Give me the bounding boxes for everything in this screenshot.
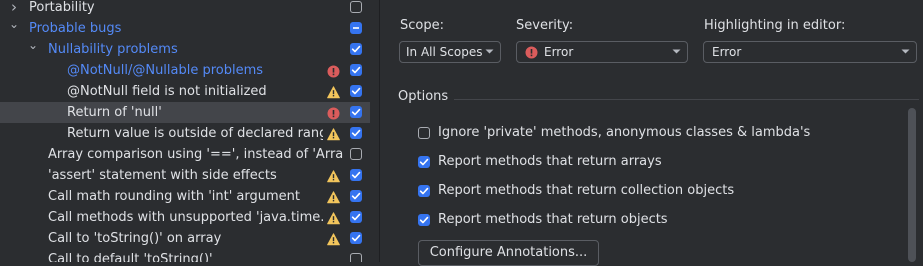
tree-row[interactable]: Return of 'null' xyxy=(0,102,370,123)
tree-row[interactable]: ⌄ Nullability problems xyxy=(0,38,370,60)
option-checkbox[interactable] xyxy=(418,156,430,168)
enabled-checkbox[interactable] xyxy=(350,106,362,118)
tree-row-label: Portability xyxy=(29,0,95,15)
enabled-checkbox[interactable] xyxy=(350,85,362,97)
options-separator xyxy=(454,99,919,100)
tree-row-label: Call methods with unsupported 'java.time… xyxy=(48,210,323,225)
tree-row[interactable]: Call methods with unsupported 'java.time… xyxy=(0,207,370,228)
option-label: Report methods that return collection ob… xyxy=(438,183,735,198)
severity-dropdown[interactable]: Error xyxy=(516,41,688,63)
option-checkbox[interactable] xyxy=(418,127,430,139)
scope-value: In All Scopes xyxy=(406,45,483,59)
tree-row-label: Probable bugs xyxy=(29,21,122,36)
option-checkbox[interactable] xyxy=(418,185,430,197)
option-label: Report methods that return objects xyxy=(438,212,668,227)
error-severity-icon xyxy=(327,106,340,120)
tree-row-label: Call to 'toString()' on array xyxy=(48,231,222,246)
option-label: Ignore 'private' methods, anonymous clas… xyxy=(438,125,811,140)
enabled-checkbox[interactable] xyxy=(350,211,362,223)
tree-row[interactable]: Call to 'toString()' on array xyxy=(0,228,370,249)
enabled-checkbox[interactable] xyxy=(350,232,362,244)
tree-row-label: @NotNull/@Nullable problems xyxy=(67,63,264,78)
severity-label: Severity: xyxy=(516,18,574,33)
configure-annotations-button[interactable]: Configure Annotations... xyxy=(418,240,599,266)
warning-severity-icon xyxy=(327,127,340,141)
tree-row-label: Call math rounding with 'int' argument xyxy=(48,189,300,204)
inspection-details-panel: Scope: In All Scopes Severity: Error Hig… xyxy=(380,0,923,266)
tree-row[interactable]: Array comparison using '==', instead of … xyxy=(0,144,370,165)
tree-row[interactable]: Call to default 'toString()' xyxy=(0,249,370,262)
warning-severity-icon xyxy=(327,211,340,225)
warning-severity-icon xyxy=(327,232,340,246)
highlighting-dropdown[interactable]: Error xyxy=(703,41,917,63)
enabled-checkbox[interactable] xyxy=(350,43,362,55)
error-severity-icon xyxy=(327,64,340,78)
tree-row[interactable]: ⌄ Probable bugs xyxy=(0,17,370,39)
enabled-checkbox[interactable] xyxy=(350,253,362,262)
highlighting-value: Error xyxy=(712,45,742,59)
tree-row-label: 'assert' statement with side effects xyxy=(48,168,277,183)
enabled-checkbox[interactable] xyxy=(350,148,362,160)
tree-row-label: Return value is outside of declared rang… xyxy=(67,126,323,141)
warning-severity-icon xyxy=(327,85,340,99)
tree-row[interactable]: @NotNull/@Nullable problems xyxy=(0,60,370,81)
tree-row[interactable]: Return value is outside of declared rang… xyxy=(0,123,370,144)
option-checkbox[interactable] xyxy=(418,214,430,226)
tree-row-label: @NotNull field is not initialized xyxy=(67,84,267,99)
warning-severity-icon xyxy=(327,169,340,183)
enabled-checkbox[interactable] xyxy=(350,127,362,139)
tree-row-label: Array comparison using '==', instead of … xyxy=(48,147,343,162)
scope-dropdown[interactable]: In All Scopes xyxy=(399,41,501,63)
severity-value: Error xyxy=(544,45,574,59)
enabled-checkbox[interactable] xyxy=(350,190,362,202)
chevron-down-icon xyxy=(485,49,494,54)
error-severity-icon xyxy=(525,46,538,59)
tree-row-label: Nullability problems xyxy=(48,42,178,57)
chevron-down-icon[interactable]: ⌄ xyxy=(9,14,19,35)
tree-row-label: Call to default 'toString()' xyxy=(48,252,213,262)
enabled-checkbox[interactable] xyxy=(350,22,362,34)
highlighting-label: Highlighting in editor: xyxy=(704,18,846,33)
tree-row[interactable]: Call math rounding with 'int' argument xyxy=(0,186,370,207)
chevron-down-icon[interactable]: ⌄ xyxy=(28,35,38,56)
enabled-checkbox[interactable] xyxy=(350,64,362,76)
options-title: Options xyxy=(398,89,449,104)
option-label: Report methods that return arrays xyxy=(438,154,662,169)
chevron-down-icon xyxy=(901,49,910,54)
scope-label: Scope: xyxy=(400,18,444,33)
chevron-down-icon xyxy=(672,49,681,54)
tree-row-label: Return of 'null' xyxy=(67,105,162,120)
enabled-checkbox[interactable] xyxy=(350,1,362,13)
enabled-checkbox[interactable] xyxy=(350,169,362,181)
tree-row[interactable]: 'assert' statement with side effects xyxy=(0,165,370,186)
warning-severity-icon xyxy=(327,190,340,204)
tree-row[interactable]: @NotNull field is not initialized xyxy=(0,81,370,102)
inspection-tree[interactable]: › Portability ⌄ Probable bugs ⌄ Nullability p… xyxy=(0,0,370,262)
tree-row[interactable]: › Portability xyxy=(0,0,370,18)
options-scrollbar[interactable] xyxy=(908,108,916,262)
